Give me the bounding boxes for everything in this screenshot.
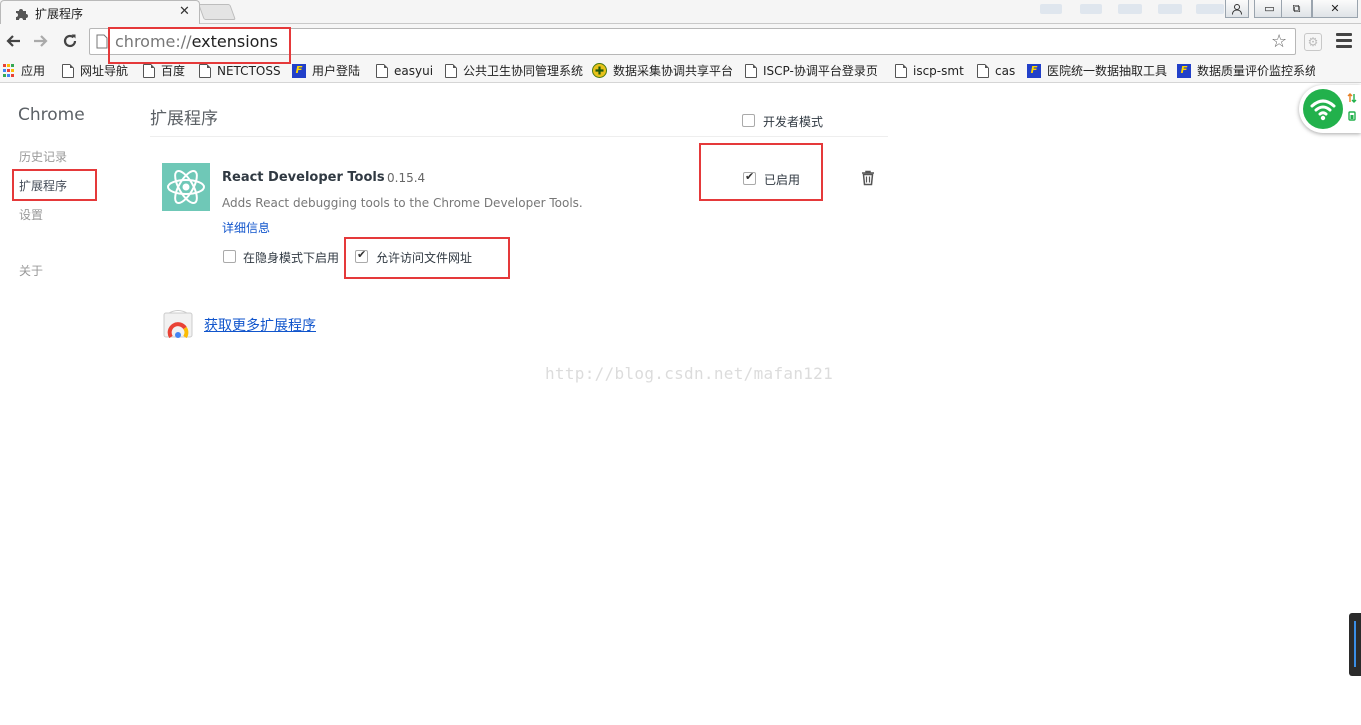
extension-description: Adds React debugging tools to the Chrome… [222,196,583,210]
watermark-text: http://blog.csdn.net/mafan121 [545,364,834,383]
restore-button[interactable]: ⧉ [1281,0,1312,18]
bookmark-item[interactable]: 数据采集协调共享平台 [592,62,733,79]
bookmark-label: 用户登陆 [312,64,361,78]
tab-close-icon[interactable]: ✕ [179,4,190,19]
incognito-label[interactable]: 在隐身模式下启用 [243,249,339,266]
bookmark-label: iscp-smt [913,63,964,78]
get-more-extensions-link[interactable]: 获取更多扩展程序 [204,315,316,335]
developer-mode-checkbox[interactable] [742,114,755,127]
page-icon [199,63,211,78]
tab-title: 扩展程序 [35,7,84,21]
network-status-icon [1347,93,1357,121]
side-panel-widget[interactable] [1349,613,1361,676]
trash-icon[interactable] [861,170,875,186]
bookmark-label: cas [995,63,1016,78]
sidebar-title: Chrome [18,105,85,125]
bookmark-label: 医院统一数据抽取工具 [1047,64,1167,78]
bookmark-label: NETCTOSS [217,63,281,78]
close-icon: ✕ [1330,2,1340,15]
f-brand-icon: F [1177,63,1191,78]
page-icon [977,63,989,78]
tab-extensions[interactable]: 扩展程序 ✕ [0,0,200,24]
bookmark-item[interactable]: 网址导航 [62,62,128,79]
f-brand-icon: F [1027,63,1041,78]
wifi-icon [1303,89,1343,129]
user-profile-button[interactable] [1225,0,1249,18]
bookmark-item[interactable]: NETCTOSS [199,62,281,79]
blurred-taskbar-item [1196,4,1224,14]
bookmark-label: 数据质量评价监控系统 [1197,64,1315,78]
bookmark-label: 数据采集协调共享平台 [613,64,733,78]
sidebar-item-history[interactable]: 历史记录 [19,148,67,165]
bookmark-label: ISCP-协调平台登录页 [763,64,878,78]
back-arrow-icon [6,35,20,47]
bookmark-apps[interactable]: 应用 [3,62,45,79]
incognito-checkbox[interactable] [223,250,236,263]
annotation-box-file-access [344,237,510,279]
close-window-button[interactable]: ✕ [1312,0,1358,18]
page-icon [745,63,757,78]
restore-icon: ⧉ [1292,1,1301,15]
bookmark-label: 公共卫生协同管理系统 [463,64,583,78]
bookmark-item[interactable]: easyui [376,62,433,79]
reload-icon [63,34,77,48]
page-icon [143,63,155,78]
page-icon [445,63,457,78]
chrome-web-store-icon [163,310,193,338]
f-brand-icon: F [292,63,306,78]
extension-action-icon[interactable]: ⚙ [1304,33,1322,51]
page-icon [62,63,74,78]
sidebar-item-settings[interactable]: 设置 [19,206,43,223]
blurred-taskbar-item [1158,4,1182,14]
sidebar-item-about[interactable]: 关于 [19,262,43,279]
page-icon [376,63,388,78]
page-icon [96,34,108,49]
bookmark-item[interactable]: F 数据质量评价监控系统 [1177,62,1315,79]
bookmark-star-icon[interactable]: ☆ [1271,31,1287,52]
developer-mode-label[interactable]: 开发者模式 [763,113,823,130]
new-tab-button[interactable] [198,4,236,20]
tab-strip: 扩展程序 ✕ ▭ ⧉ ✕ [0,0,1361,24]
bookmark-item[interactable]: iscp-smt [895,62,964,79]
back-button[interactable] [2,30,24,52]
bookmark-label: 应用 [21,64,46,78]
react-logo-icon [162,163,210,211]
apps-grid-icon [3,63,15,78]
forward-arrow-icon [34,35,48,47]
extension-details-link[interactable]: 详细信息 [222,219,270,236]
page-icon [895,63,907,78]
bookmark-item[interactable]: F 医院统一数据抽取工具 [1027,62,1167,79]
blurred-taskbar-item [1118,4,1142,14]
plus-circle-icon [592,63,607,78]
forward-button[interactable] [30,30,52,52]
bookmark-label: 网址导航 [80,64,129,78]
extension-name: React Developer Tools [222,170,385,185]
blurred-taskbar-item [1040,4,1062,14]
blurred-taskbar-item [1080,4,1102,14]
page-title: 扩展程序 [150,109,218,129]
menu-icon[interactable] [1336,33,1352,49]
minimize-icon: ▭ [1264,2,1275,15]
header-divider [150,136,888,137]
annotation-box-sidebar [12,169,97,201]
user-icon [1232,3,1242,15]
bookmark-item[interactable]: F 用户登陆 [292,62,360,79]
bookmark-item[interactable]: ISCP-协调平台登录页 [745,62,887,79]
bookmark-item[interactable]: 百度 [143,62,185,79]
bookmark-item[interactable]: 公共卫生协同管理系统 [445,62,583,79]
annotation-box-enabled [699,143,823,201]
bookmark-label: 百度 [161,64,186,78]
wifi-widget[interactable] [1299,85,1361,133]
extension-version: 0.15.4 [387,171,426,185]
bookmark-item[interactable]: cas [977,62,1015,79]
puzzle-icon [16,9,28,20]
reload-button[interactable] [59,30,81,52]
bookmark-label: easyui [394,63,434,78]
annotation-box-url [108,27,291,64]
